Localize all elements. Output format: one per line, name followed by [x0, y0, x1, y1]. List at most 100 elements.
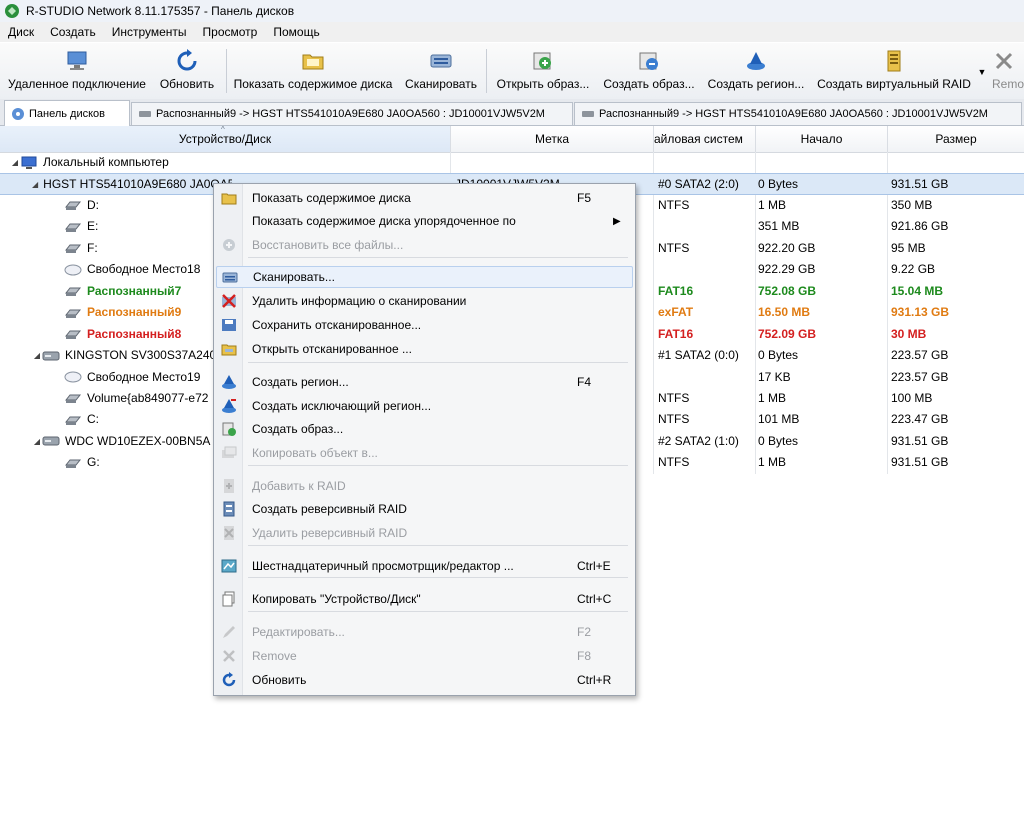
- cell-size: 30 MB: [891, 326, 927, 341]
- cell-fs: NTFS: [658, 197, 690, 212]
- partition-icon: [64, 287, 82, 297]
- context-menu-item[interactable]: Открыть отсканированное ...: [216, 338, 631, 360]
- expand-toggle-icon[interactable]: ◢: [32, 174, 38, 195]
- menu-view[interactable]: Просмотр: [195, 25, 266, 39]
- context-menu-item[interactable]: Создать регион... F4: [216, 371, 631, 393]
- context-menu-item[interactable]: Восстановить все файлы...: [216, 234, 631, 256]
- column-label[interactable]: Метка: [451, 126, 654, 152]
- device-name: WDC WD10EZEX-00BN5A: [65, 433, 211, 448]
- cell-start: 0 Bytes: [758, 348, 799, 363]
- remote-connect-button[interactable]: Удаленное подключение: [6, 47, 148, 95]
- context-menu-item[interactable]: Создать реверсивный RAID: [216, 498, 631, 520]
- expand-toggle-icon[interactable]: ◢: [10, 152, 20, 173]
- create-region-button[interactable]: Создать регион...: [704, 47, 808, 95]
- menu-item-label: Шестнадцатеричный просмотрщик/редактор .…: [252, 559, 514, 573]
- menu-separator: [248, 611, 628, 612]
- column-device[interactable]: ^ Устройство/Диск: [0, 126, 451, 152]
- context-menu-item[interactable]: Копировать объект в...: [216, 442, 631, 464]
- scan-button[interactable]: Сканировать: [402, 47, 480, 95]
- toolbar-dropdown-button[interactable]: ▼: [976, 47, 988, 95]
- column-size[interactable]: Размер: [888, 126, 1024, 152]
- device-name: G:: [87, 455, 100, 470]
- context-menu-item[interactable]: Шестнадцатеричный просмотрщик/редактор .…: [216, 555, 631, 577]
- menu-item-shortcut: Ctrl+E: [577, 559, 611, 573]
- folder-open-icon: [302, 54, 324, 70]
- region-icon: [222, 375, 236, 389]
- cell-start: 17 KB: [758, 369, 791, 384]
- device-name: Volume{ab849077-e72: [87, 390, 209, 405]
- refresh-button[interactable]: Обновить: [154, 47, 220, 95]
- context-menu-item[interactable]: Создать исключающий регион...: [216, 395, 631, 417]
- toolbar: Удаленное подключение Обновить Показать …: [0, 43, 1024, 100]
- context-menu-item[interactable]: Копировать "Устройство/Диск" Ctrl+C: [216, 588, 631, 610]
- cell-size: 931.51 GB: [891, 177, 949, 192]
- refresh-icon: [177, 49, 197, 71]
- context-menu-item[interactable]: Remove F8: [216, 645, 631, 667]
- context-menu-item[interactable]: Удалить реверсивный RAID: [216, 522, 631, 544]
- cell-fs: [658, 367, 753, 388]
- scan-icon: [430, 54, 452, 68]
- create-virtual-raid-button[interactable]: Создать виртуальный RAID: [814, 47, 974, 95]
- open-image-button[interactable]: Открыть образ...: [492, 47, 594, 95]
- cell-start: [758, 152, 886, 173]
- menu-item-label: Открыть отсканированное ...: [252, 342, 412, 356]
- tab-recognized9-b[interactable]: Распознанный9 -> HGST HTS541010A9E680 JA…: [574, 102, 1022, 125]
- expand-toggle-icon[interactable]: ◢: [32, 345, 42, 366]
- menu-item-label: Удалить информацию о сканировании: [252, 294, 467, 308]
- context-menu-item[interactable]: Удалить информацию о сканировании: [216, 290, 631, 312]
- cell-start: 922.20 GB: [758, 240, 816, 255]
- device-name: F:: [87, 240, 98, 255]
- sort-arrow-icon: ^: [221, 126, 225, 134]
- remote-connect-label: Удаленное подключение: [8, 77, 146, 91]
- context-menu-item[interactable]: Показать содержимое диска упорядоченное …: [216, 210, 631, 232]
- menu-separator: [248, 362, 628, 363]
- remove-button[interactable]: Remo: [992, 47, 1024, 95]
- cell-size: 223.47 GB: [891, 412, 949, 427]
- menu-help[interactable]: Помощь: [265, 25, 327, 39]
- tab-label: Распознанный9 -> HGST HTS541010A9E680 JA…: [156, 108, 545, 120]
- copy-object-icon: [222, 446, 237, 458]
- cell-fs: #1 SATA2 (0:0): [658, 348, 739, 363]
- column-fs[interactable]: айловая систем: [654, 126, 756, 152]
- free-space-icon: [64, 371, 82, 383]
- create-image-icon: [639, 52, 658, 70]
- cell-start: 0 Bytes: [758, 433, 799, 448]
- context-menu-item[interactable]: Добавить к RAID: [216, 475, 631, 497]
- open-image-label: Открыть образ...: [496, 77, 590, 91]
- context-menu-item[interactable]: Создать образ...: [216, 418, 631, 440]
- reverse-raid-icon: [223, 501, 235, 517]
- create-image-label: Создать образ...: [603, 77, 695, 91]
- menu-create[interactable]: Создать: [42, 25, 104, 39]
- tab-recognized9-a[interactable]: Распознанный9 -> HGST HTS541010A9E680 JA…: [131, 102, 573, 125]
- context-menu-item[interactable]: Показать содержимое диска F5: [216, 187, 631, 209]
- cell-size: 921.86 GB: [891, 219, 949, 234]
- cell-size: 9.22 GB: [891, 262, 936, 277]
- menu-item-label: Сканировать...: [253, 270, 335, 284]
- device-name: Распознанный7: [87, 283, 182, 298]
- cell-start: 1 MB: [758, 197, 787, 212]
- menu-tools[interactable]: Инструменты: [104, 25, 195, 39]
- menu-item-label: Удалить реверсивный RAID: [252, 526, 408, 540]
- hdd-icon: [42, 351, 60, 361]
- scan-label: Сканировать: [405, 77, 477, 91]
- show-disk-contents-button[interactable]: Показать содержимое диска: [230, 47, 396, 95]
- context-menu-item[interactable]: Редактировать... F2: [216, 621, 631, 643]
- menu-item-label: Редактировать...: [252, 625, 345, 639]
- expand-toggle-icon[interactable]: ◢: [32, 431, 42, 452]
- toolbar-separator: [226, 49, 227, 93]
- add-raid-icon: [224, 479, 234, 493]
- create-virtual-raid-label: Создать виртуальный RAID: [817, 77, 971, 91]
- column-start[interactable]: Начало: [756, 126, 888, 152]
- device-name: HGST HTS541010A9E680 JA0OA560: [43, 177, 232, 192]
- tab-disk-panel[interactable]: Панель дисков: [4, 100, 130, 126]
- cell-start: 752.08 GB: [758, 283, 817, 298]
- cell-start: 16.50 MB: [758, 305, 811, 320]
- context-menu-item[interactable]: Сохранить отсканированное...: [216, 314, 631, 336]
- context-menu-item[interactable]: Обновить Ctrl+R: [216, 669, 631, 691]
- create-image-button[interactable]: Создать образ...: [600, 47, 698, 95]
- partition-icon: [64, 309, 82, 318]
- menu-disk[interactable]: Диск: [0, 25, 42, 39]
- context-menu-item[interactable]: Сканировать...: [216, 266, 633, 288]
- menu-separator: [248, 545, 628, 546]
- table-row[interactable]: ◢ Локальный компьютер: [0, 152, 1024, 173]
